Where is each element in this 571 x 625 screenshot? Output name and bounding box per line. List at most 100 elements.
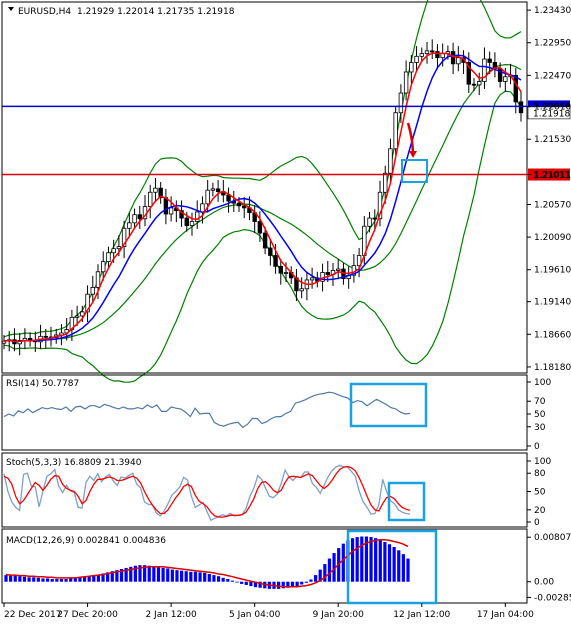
- macd-histogram-bar: [32, 577, 36, 582]
- macd-histogram-bar: [69, 578, 73, 582]
- price-tick-label: 1.20570: [534, 200, 571, 210]
- candle-body: [388, 148, 393, 174]
- macd-histogram-bar: [360, 536, 364, 582]
- time-tick-label: 17 Jan 04:00: [477, 610, 534, 620]
- candle-body: [101, 261, 106, 273]
- macd-histogram-bar: [36, 577, 40, 582]
- candle-body: [372, 217, 377, 220]
- rsi-tick-label: 100: [534, 378, 551, 388]
- macd-histogram-bar: [369, 537, 373, 582]
- macd-histogram-bar: [161, 567, 165, 582]
- macd-histogram-bar: [18, 576, 22, 582]
- macd-histogram-bar: [387, 544, 392, 582]
- candle-body: [153, 187, 158, 193]
- price-tick-label: 1.22470: [534, 71, 571, 81]
- price-tick-label: 1.20090: [534, 233, 571, 243]
- rsi-highlight-box: [349, 382, 428, 428]
- stoch-tick-label: 0: [534, 518, 540, 528]
- price-tick-label: 1.23430: [534, 6, 571, 16]
- macd-histogram-bar: [50, 578, 54, 582]
- candle-body: [200, 203, 205, 213]
- macd-histogram-bar: [355, 537, 359, 582]
- candle-body: [367, 217, 372, 227]
- macd-histogram-bar: [22, 576, 27, 582]
- macd-histogram-bar: [300, 581, 304, 585]
- candle-body: [518, 101, 524, 114]
- price-tick-label: 1.22010: [534, 103, 571, 113]
- macd-histogram-bar: [323, 564, 327, 582]
- fast-ma-line: [3, 52, 522, 343]
- macd-histogram-bar: [392, 546, 396, 582]
- macd-histogram-bar: [41, 578, 45, 582]
- candle-body: [419, 53, 424, 57]
- candle-body: [435, 51, 440, 59]
- macd-histogram-bar: [235, 581, 239, 583]
- macd-histogram-bar: [4, 575, 8, 582]
- candle-body: [513, 74, 518, 103]
- rsi-panel-label: RSI(14) 50.7787: [6, 379, 79, 389]
- price-tick-label: 1.21530: [534, 135, 571, 145]
- macd-histogram-bar: [55, 578, 59, 582]
- candle-body: [430, 50, 435, 53]
- candle-body: [168, 207, 174, 215]
- macd-histogram-bar: [341, 543, 345, 582]
- macd-histogram-bar: [179, 570, 184, 582]
- rsi-panel: [1, 374, 528, 451]
- candle-body: [487, 58, 492, 63]
- candle-body: [336, 268, 341, 271]
- price-panel-title: EURUSD,H4: [18, 7, 71, 17]
- candle-body: [299, 288, 304, 292]
- rsi-tick-label: 70: [534, 397, 546, 407]
- price-tick-label: 1.22950: [534, 39, 571, 49]
- macd-histogram-bar: [397, 550, 401, 582]
- candle-body: [236, 202, 242, 207]
- candle-body: [242, 205, 247, 209]
- macd-histogram-bar: [198, 572, 202, 582]
- macd-histogram-bar: [295, 581, 299, 587]
- macd-histogram-bar: [166, 568, 170, 582]
- candle-body: [195, 211, 200, 222]
- stoch-tick-label: 50: [534, 488, 546, 498]
- macd-histogram-bar: [313, 575, 318, 582]
- time-tick-label: 9 Jan 20:00: [313, 610, 365, 620]
- macd-histogram-bar: [244, 581, 248, 586]
- rsi-tick-label: 30: [534, 423, 546, 433]
- macd-histogram-bar: [216, 576, 221, 582]
- candle-body: [137, 214, 142, 220]
- stoch-signal-line: [3, 465, 411, 518]
- candle-body: [403, 71, 409, 94]
- price-ohlc-readout: 1.21929 1.22014 1.21735 1.21918: [77, 7, 235, 17]
- macd-tick-label: 0.008072: [534, 533, 571, 543]
- macd-histogram-bar: [203, 572, 207, 582]
- stoch-tick-label: 100: [534, 457, 551, 467]
- stoch-panel-label: Stoch(5,3,3) 16.8809 21.3940: [6, 458, 142, 468]
- candle-body: [414, 55, 419, 63]
- candle-body: [189, 221, 195, 226]
- candle-body: [226, 194, 231, 202]
- stoch-main-line: [3, 464, 411, 522]
- stoch-tick-label: 80: [534, 469, 546, 479]
- candle-body: [383, 172, 388, 193]
- time-tick-label: 22 Dec 2017: [4, 610, 62, 620]
- arrow-head-icon: [409, 151, 417, 158]
- chart-window: 1.220131.210111.21918 1.234301.229501.22…: [1, 0, 571, 620]
- candle-body: [95, 271, 101, 288]
- candle-body: [283, 272, 289, 274]
- rsi-tick-label: 0: [534, 442, 540, 452]
- macd-histogram-bar: [147, 565, 151, 582]
- candle-body: [503, 76, 508, 82]
- macd-histogram-bar: [212, 575, 216, 582]
- macd-histogram-bar: [304, 581, 308, 583]
- macd-histogram-bar: [189, 571, 193, 582]
- time-tick-label: 12 Jan 12:00: [393, 610, 450, 620]
- candle-body: [184, 217, 189, 226]
- macd-histogram-bar: [9, 575, 13, 582]
- time-tick-label: 2 Jan 12:00: [145, 610, 197, 620]
- macd-histogram-bar: [175, 570, 179, 582]
- time-tick-label: 5 Jan 04:00: [229, 610, 281, 620]
- collapse-triangle-icon[interactable]: [8, 7, 14, 11]
- slow-ma-line: [3, 54, 522, 343]
- candle-body: [148, 191, 153, 207]
- price-tick-label: 1.21011: [534, 171, 571, 181]
- macd-histogram-bar: [327, 558, 332, 582]
